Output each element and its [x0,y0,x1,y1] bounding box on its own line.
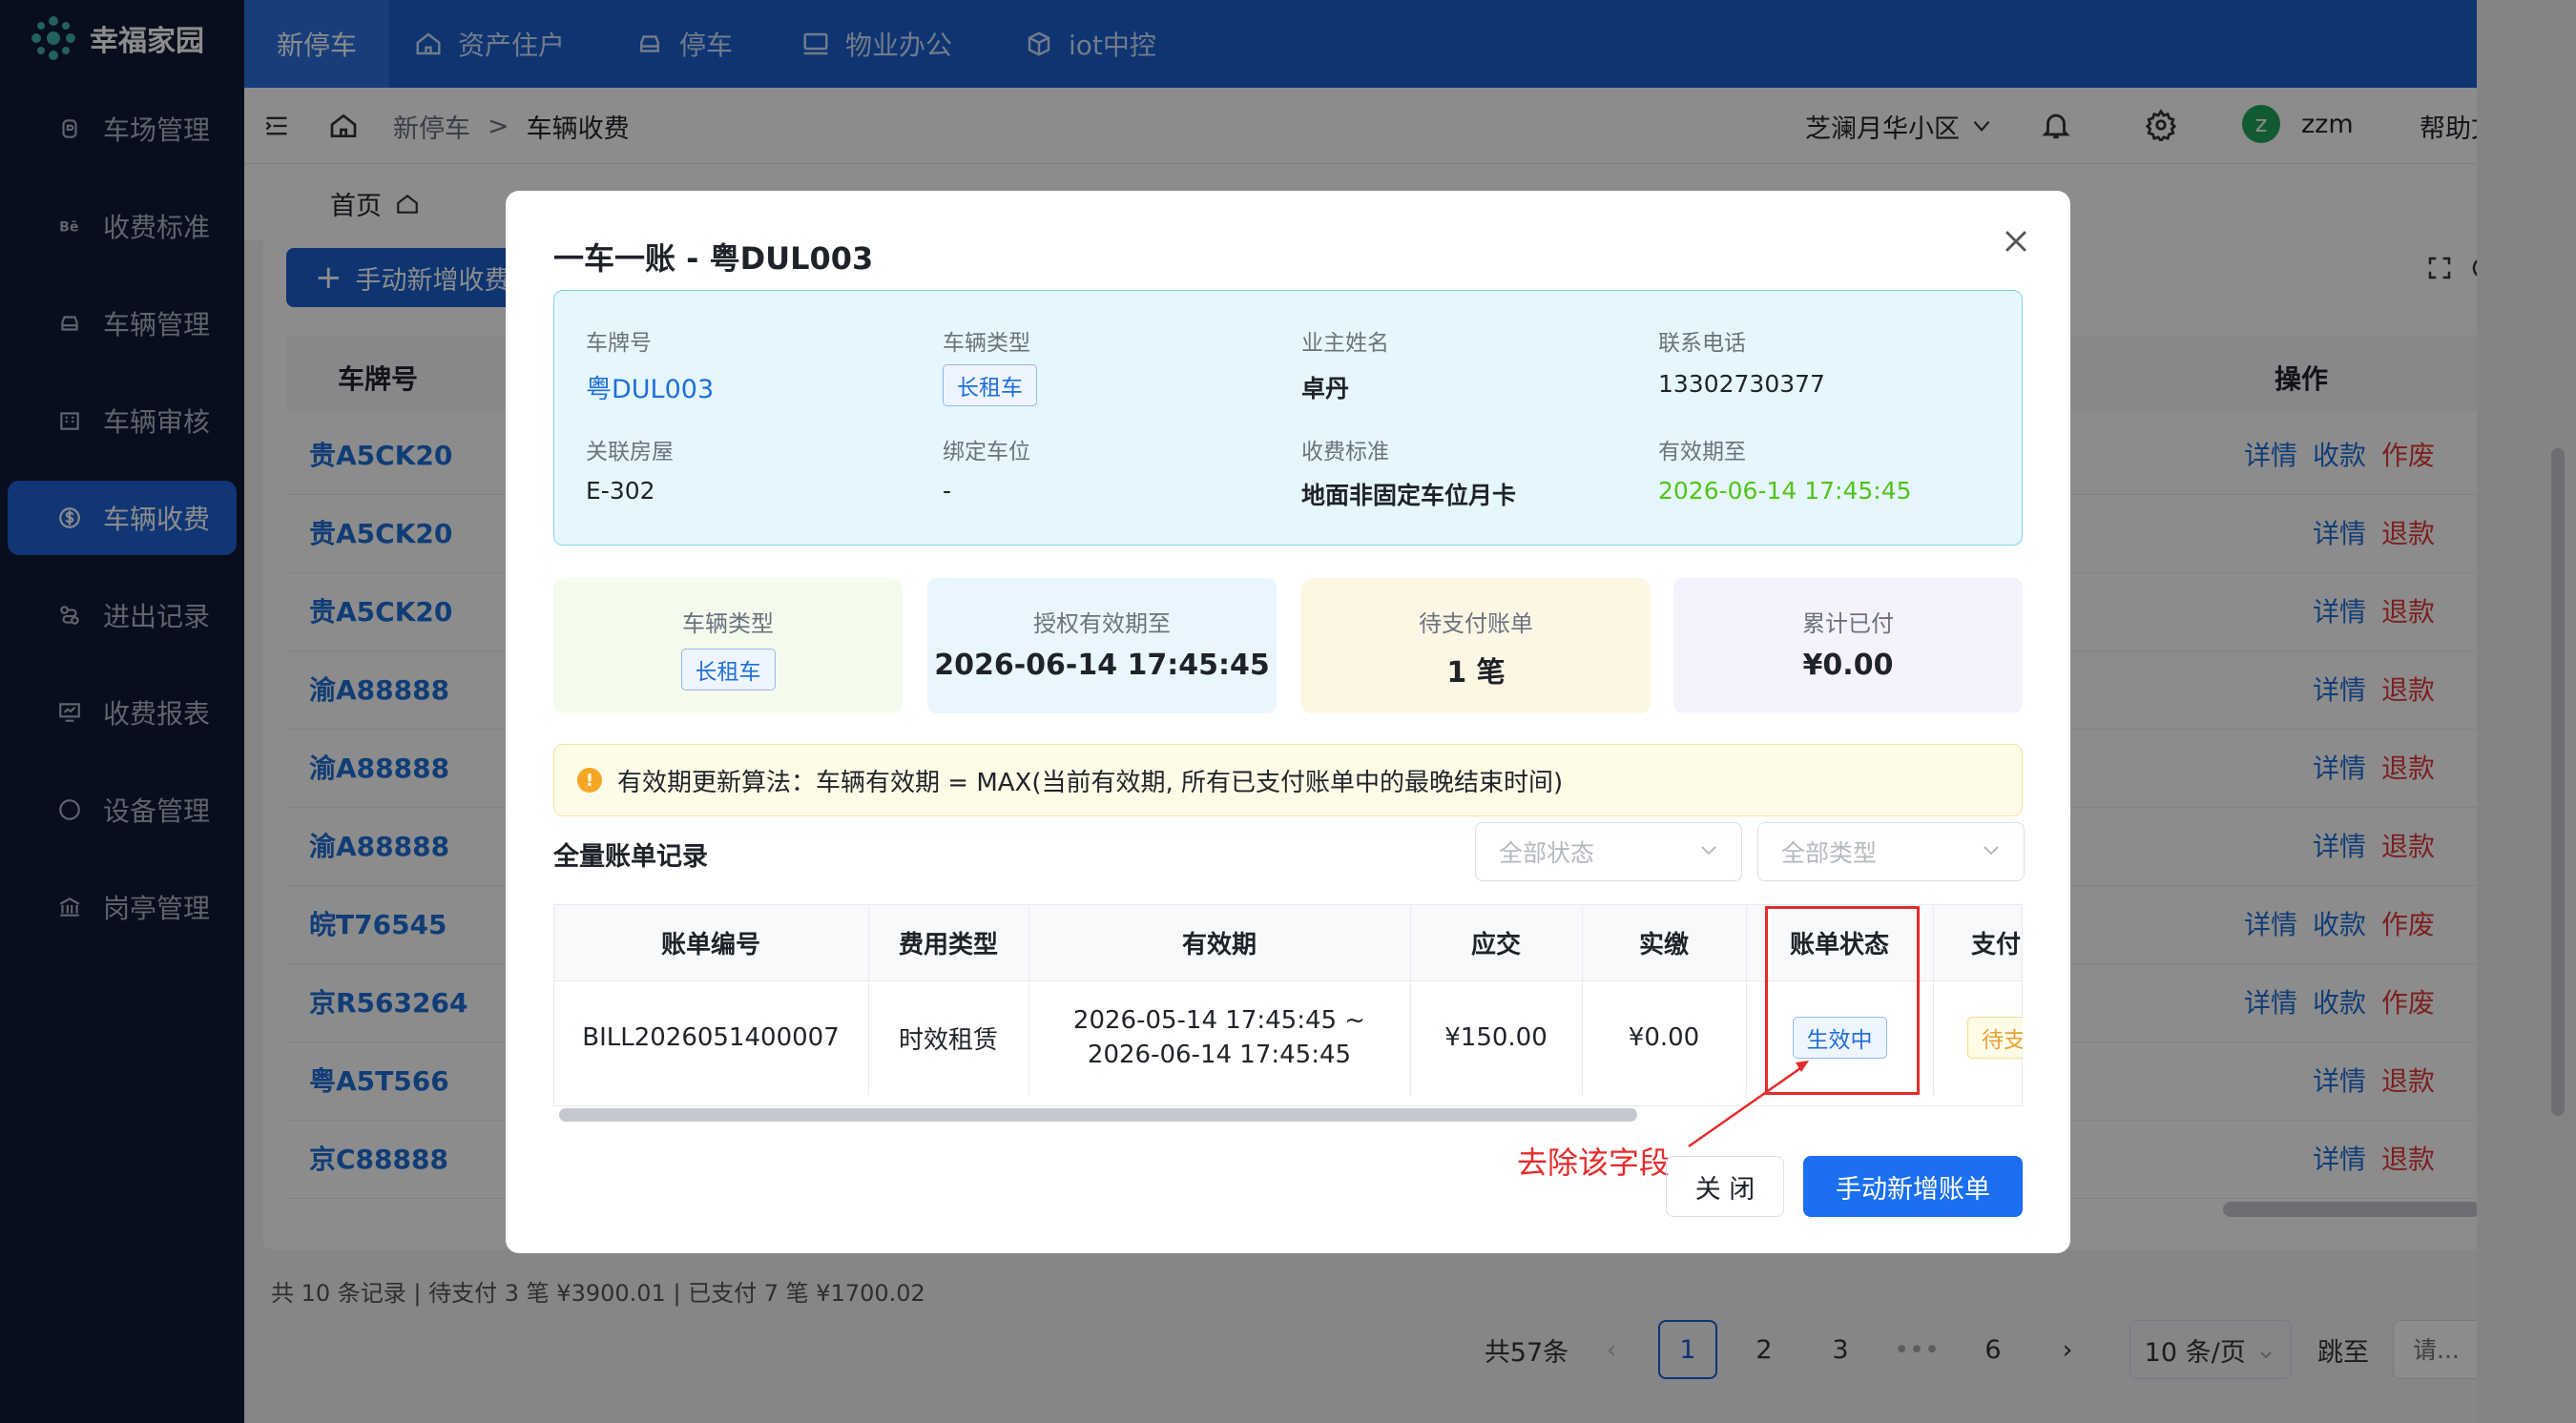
annotation-arrow [1688,1061,1809,1148]
annotation-text: 去除该字段 [1517,1145,1671,1181]
manual-add-bill-button[interactable]: 手动新增账单 [1803,1156,2023,1217]
close-button[interactable]: 关 闭 [1666,1156,1784,1217]
vehicle-ledger-modal: 一车一账 - 粤DUL003 车牌号 粤DUL003 车辆类型 长租车 业主姓名… [506,191,2070,1253]
